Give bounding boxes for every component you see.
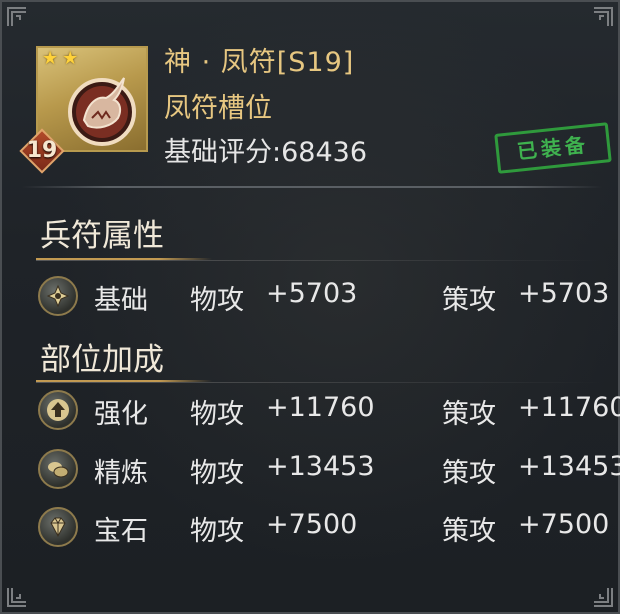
stat-label-strategy-atk: 策攻 — [442, 285, 496, 316]
star-icon: ★ — [62, 48, 79, 69]
stat-row-base: 基础 物攻 +5703 策攻 +5703 — [2, 272, 620, 322]
header-divider — [22, 186, 602, 188]
stat-row-name: 宝石 — [94, 516, 148, 547]
stat-label-physical-atk: 物攻 — [190, 458, 244, 489]
stat-value-physical-atk: +5703 — [266, 278, 358, 309]
corner-ornament-icon — [592, 586, 614, 608]
stat-label-strategy-atk: 策攻 — [442, 458, 496, 489]
corner-ornament-icon — [6, 586, 28, 608]
star-icon: ★ — [42, 48, 59, 69]
section-divider — [36, 382, 602, 383]
stat-value-physical-atk: +11760 — [266, 392, 375, 423]
gem-icon — [38, 507, 78, 547]
score-value: 68436 — [281, 137, 368, 168]
item-slot: 凤符槽位 — [164, 93, 272, 124]
stat-label-physical-atk: 物攻 — [190, 285, 244, 316]
stat-row-enhance: 强化 物攻 +11760 策攻 +11760 — [2, 386, 620, 436]
stat-row-name: 基础 — [94, 285, 148, 316]
phoenix-emblem-icon — [62, 68, 142, 152]
stat-label-physical-atk: 物攻 — [190, 399, 244, 430]
corner-ornament-icon — [592, 6, 614, 28]
level-number: 19 — [26, 138, 58, 163]
base-attr-icon — [38, 276, 78, 316]
stat-row-gem: 宝石 物攻 +7500 策攻 +7500 — [2, 503, 620, 553]
level-badge: 19 — [19, 128, 65, 174]
corner-ornament-icon — [6, 6, 28, 28]
item-score: 基础评分:68436 — [164, 130, 367, 169]
refine-ore-icon — [38, 449, 78, 489]
score-label: 基础评分: — [164, 137, 282, 168]
stat-row-name: 强化 — [94, 399, 148, 430]
stat-value-physical-atk: +13453 — [266, 451, 375, 482]
stat-row-name: 精炼 — [94, 458, 148, 489]
stat-value-strategy-atk: +11760 — [518, 392, 620, 423]
section-title-bonus: 部位加成 — [40, 342, 164, 378]
section-title-attributes: 兵符属性 — [40, 218, 164, 254]
star-rating: ★ ★ — [42, 50, 78, 68]
section-divider — [36, 260, 602, 261]
item-tooltip-panel: ★ ★ 19 神 · 凤符[S19] 凤符槽位 基础评分:68436 已装备 兵… — [0, 0, 620, 614]
stat-row-refine: 精炼 物攻 +13453 策攻 +13453 — [2, 445, 620, 495]
stat-label-strategy-atk: 策攻 — [442, 516, 496, 547]
stat-value-physical-atk: +7500 — [266, 509, 358, 540]
item-title: 神 · 凤符[S19] — [164, 47, 355, 78]
enhance-up-icon — [38, 390, 78, 430]
stat-value-strategy-atk: +13453 — [518, 451, 620, 482]
stat-value-strategy-atk: +5703 — [518, 278, 610, 309]
stat-label-strategy-atk: 策攻 — [442, 399, 496, 430]
stat-value-strategy-atk: +7500 — [518, 509, 610, 540]
stat-label-physical-atk: 物攻 — [190, 516, 244, 547]
equipped-stamp: 已装备 — [494, 122, 612, 174]
